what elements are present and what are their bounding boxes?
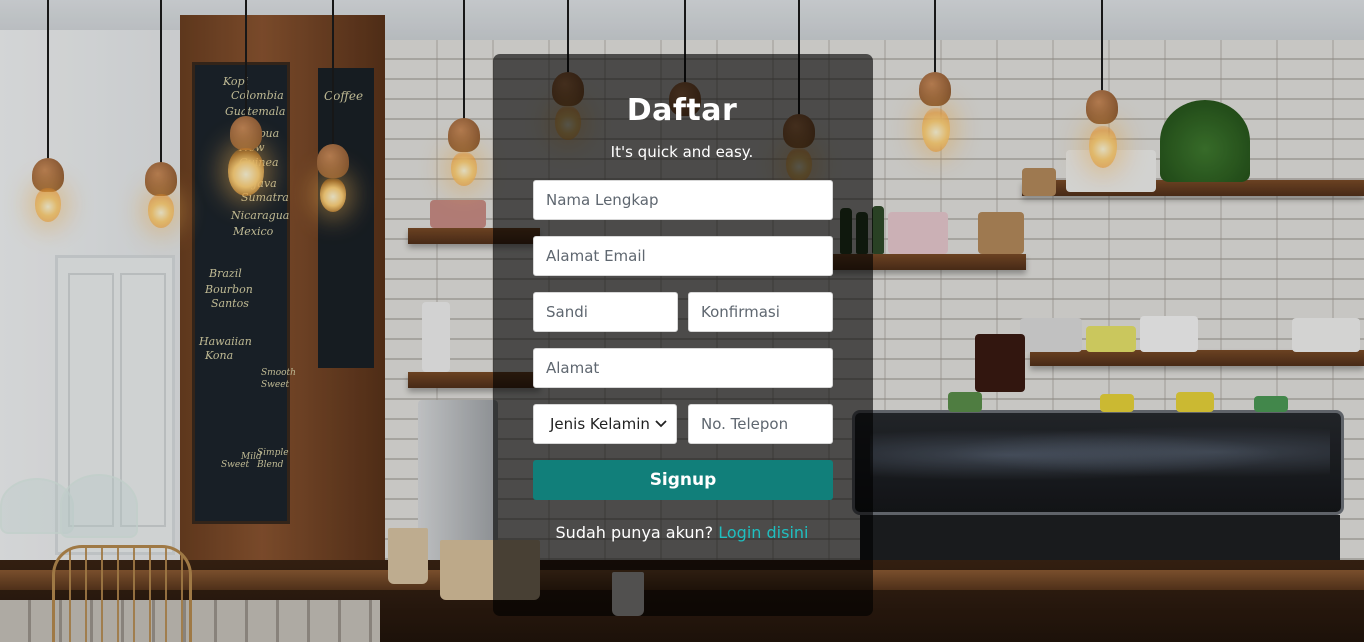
chevron-down-icon [654,417,668,431]
confirm-password-input[interactable] [688,292,833,332]
gender-select-value: Jenis Kelamin [550,415,650,433]
password-input[interactable] [533,292,678,332]
form-title: Daftar [626,93,738,128]
phone-input[interactable] [688,404,833,444]
login-link[interactable]: Login disini [718,523,808,542]
signup-button[interactable]: Signup [533,460,833,500]
login-prompt-line: Sudah punya akun? Login disini [0,523,1364,542]
email-input[interactable] [533,236,833,276]
login-prompt-text: Sudah punya akun? [555,523,714,542]
gender-select[interactable]: Jenis Kelamin [533,404,677,444]
full-name-input[interactable] [533,180,833,220]
address-input[interactable] [533,348,833,388]
form-subtitle: It's quick and easy. [610,143,754,161]
